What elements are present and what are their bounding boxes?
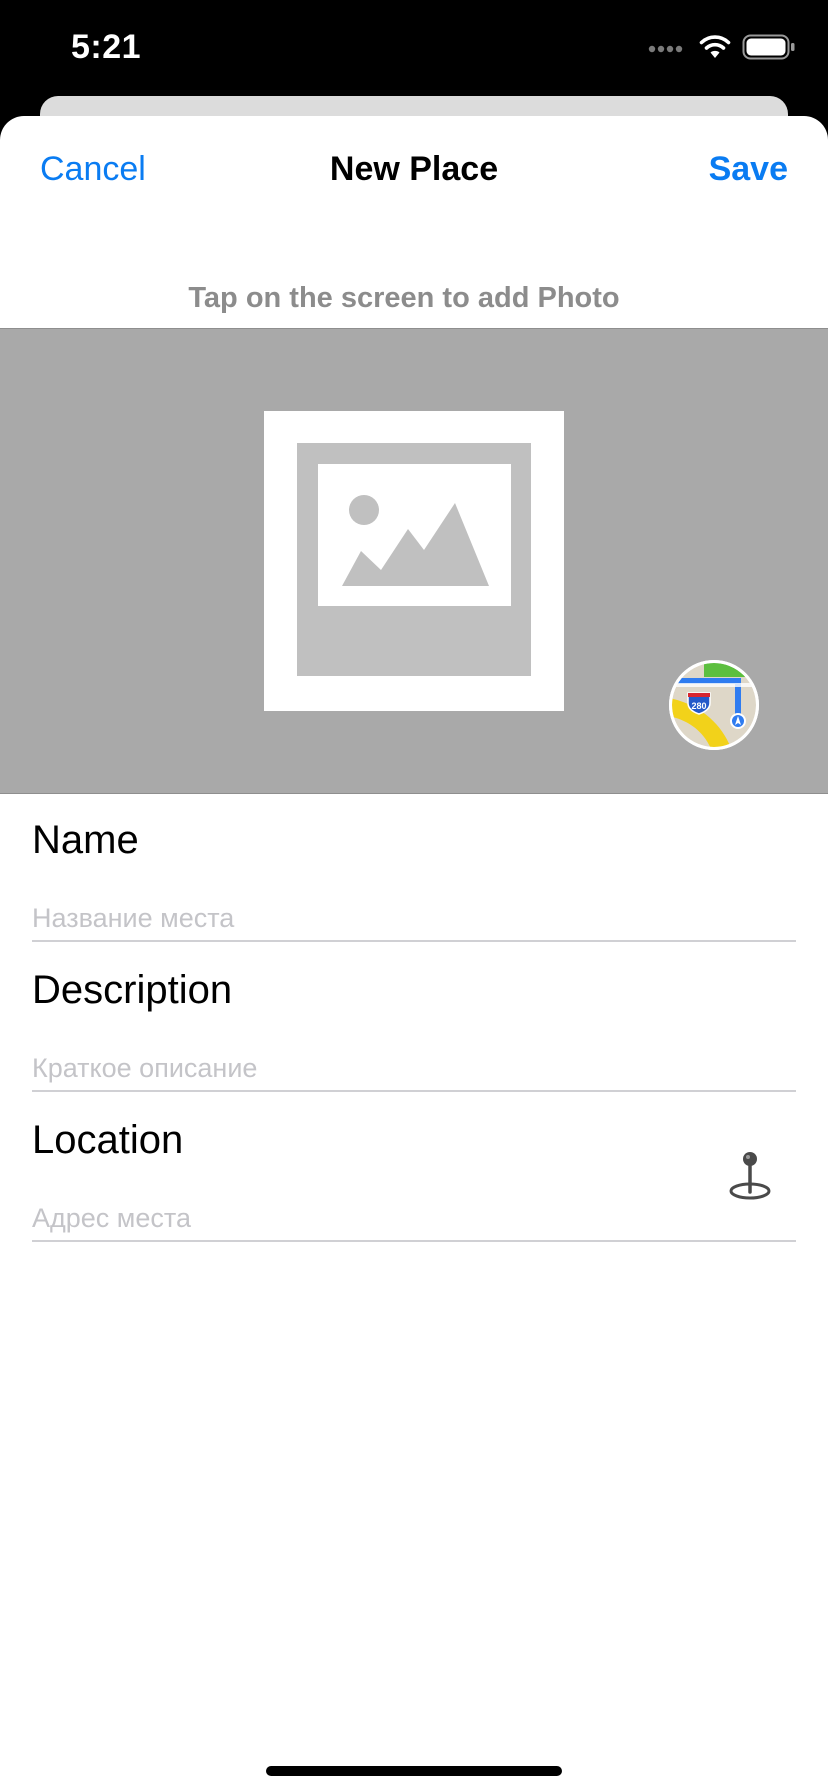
location-label: Location	[32, 1118, 184, 1162]
battery-icon	[742, 34, 795, 60]
map-badge-text: 280	[691, 701, 706, 711]
photo-hint-label: Tap on the screen to add Photo	[188, 282, 620, 314]
save-button[interactable]: Save	[709, 150, 788, 189]
wifi-icon	[699, 35, 731, 58]
status-bar: 5:21	[0, 0, 828, 96]
status-icons	[648, 34, 796, 60]
description-input[interactable]	[32, 1048, 732, 1088]
home-indicator[interactable]	[266, 1766, 562, 1776]
new-place-sheet: Cancel New Place Save Tap on the screen …	[0, 116, 828, 1792]
status-time: 5:21	[71, 28, 142, 66]
page-title: New Place	[329, 150, 499, 188]
image-placeholder-icon	[264, 411, 564, 711]
maps-app-icon[interactable]: 280	[668, 659, 760, 751]
location-field-row: Location	[32, 1092, 796, 1242]
description-field-row: Description	[32, 942, 796, 1092]
divider	[32, 1240, 796, 1242]
name-label: Name	[32, 818, 139, 862]
map-pin-icon[interactable]	[728, 1150, 772, 1202]
location-input[interactable]	[32, 1198, 672, 1238]
photo-tap-area[interactable]: 280	[0, 328, 828, 794]
name-input[interactable]	[32, 898, 732, 938]
description-label: Description	[32, 968, 233, 1012]
name-field-row: Name	[32, 792, 796, 942]
signal-icon	[648, 45, 683, 53]
navigation-bar: Cancel New Place Save	[0, 116, 828, 228]
